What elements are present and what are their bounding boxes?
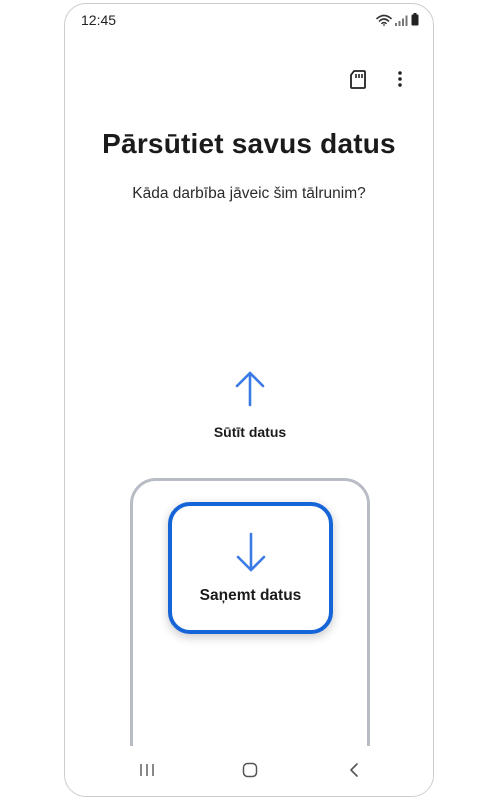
send-data-option[interactable]: Sūtīt datus [175,369,325,444]
phone-screen: 12:45 Pārsūtiet savus datus Kāda darbība… [64,3,434,797]
more-options-icon[interactable] [389,68,411,90]
status-bar: 12:45 [65,4,433,38]
recent-apps-icon[interactable] [133,758,161,782]
navigation-bar [65,746,433,796]
status-icons [376,13,419,31]
top-actions [347,68,411,90]
sd-card-icon[interactable] [347,68,369,90]
arrow-up-icon [233,369,267,412]
page-subtitle: Kāda darbība jāveic šim tālrunim? [132,185,366,202]
arrow-down-icon [234,532,268,579]
home-icon[interactable] [236,758,264,782]
receive-data-option[interactable]: Saņemt datus [168,502,333,634]
receive-data-label: Saņemt datus [199,587,302,604]
back-icon[interactable] [340,758,368,782]
wifi-icon [376,13,392,31]
send-data-label: Sūtīt datus [213,424,287,440]
battery-icon [411,13,419,31]
status-time: 12:45 [81,12,117,28]
signal-icon [395,13,408,31]
page-title: Pārsūtiet savus datus [102,128,396,159]
